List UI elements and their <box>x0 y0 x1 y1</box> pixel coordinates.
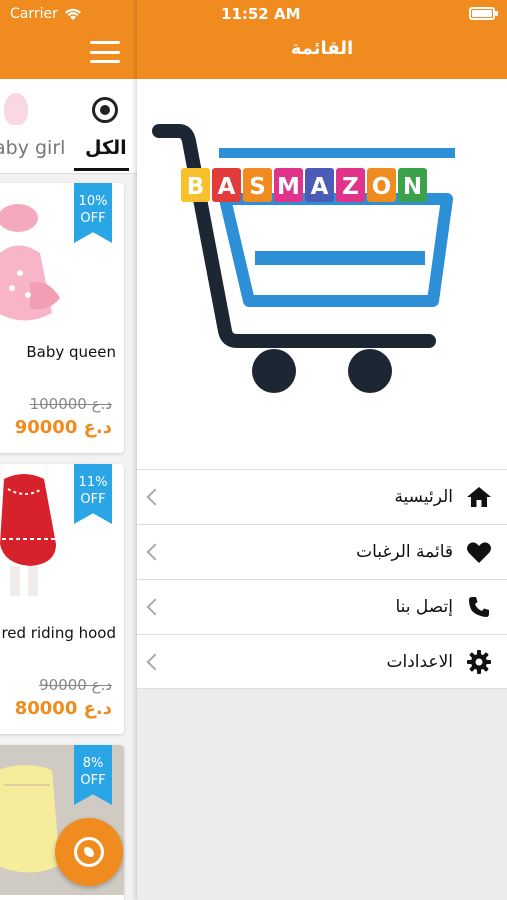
svg-text:O: O <box>372 174 392 200</box>
old-price: 100000 د.ع <box>29 395 112 413</box>
wifi-icon <box>64 8 81 20</box>
product-name: Baby queen <box>26 343 116 361</box>
product-name: red riding hood <box>1 624 116 642</box>
products-header: Carrier <box>0 0 137 79</box>
side-drawer: 11:52 AM القائمة B A S M A Z O N الرئيسي… <box>137 0 507 900</box>
menu-item-contact[interactable]: إتصل بنا <box>137 579 507 634</box>
menu-item-settings[interactable]: الاعدادات <box>137 634 507 689</box>
svg-text:B: B <box>187 174 205 200</box>
app-root: Carrier الكل aby girl 10% OFF Baby queen… <box>0 0 507 900</box>
chevron-left-icon <box>146 488 164 506</box>
logo-area: B A S M A Z O N <box>137 79 507 469</box>
menu-item-wishlist[interactable]: قائمة الرغبات <box>137 524 507 579</box>
svg-text:A: A <box>311 174 329 200</box>
product-card[interactable]: 11% OFF red riding hood 90000 د.ع 80000 … <box>0 464 124 734</box>
svg-text:Z: Z <box>342 174 359 200</box>
whatsapp-button[interactable] <box>55 818 123 886</box>
category-tabs: الكل aby girl <box>0 79 137 174</box>
tab-all[interactable]: الكل <box>85 137 127 159</box>
svg-text:A: A <box>218 174 236 200</box>
svg-text:M: M <box>277 174 300 200</box>
carrier-label: Carrier <box>10 6 58 22</box>
battery-icon <box>469 7 498 20</box>
svg-text:S: S <box>249 174 266 200</box>
tab-baby-girl[interactable]: aby girl <box>0 137 65 159</box>
menu-item-home[interactable]: الرئيسية <box>137 469 507 524</box>
status-time: 11:52 AM <box>221 5 301 23</box>
drawer-title: القائمة <box>290 38 354 59</box>
chevron-left-icon <box>146 543 164 561</box>
svg-text:N: N <box>403 174 422 200</box>
menu-item-label: الرئيسية <box>394 487 453 507</box>
whatsapp-icon <box>74 837 104 867</box>
baby-girl-category-icon[interactable] <box>4 93 28 125</box>
status-carrier: Carrier <box>10 6 82 22</box>
active-tab-underline <box>74 168 129 171</box>
products-screen: Carrier الكل aby girl 10% OFF Baby queen… <box>0 0 137 900</box>
product-card[interactable]: 10% OFF Baby queen 100000 د.ع 90000 د.ع <box>0 183 124 453</box>
new-price: 90000 د.ع <box>14 417 112 438</box>
drawer-header: 11:52 AM القائمة <box>137 0 507 79</box>
menu-item-label: الاعدادات <box>386 651 453 672</box>
menu-item-label: قائمة الرغبات <box>356 542 453 562</box>
new-price: 80000 د.ع <box>14 698 112 719</box>
all-category-icon[interactable] <box>92 97 118 123</box>
menu-item-label: إتصل بنا <box>395 597 453 617</box>
home-icon <box>465 483 493 511</box>
chevron-left-icon <box>146 653 164 670</box>
chevron-left-icon <box>146 598 164 616</box>
heart-icon <box>465 538 493 566</box>
old-price: 90000 د.ع <box>39 676 112 694</box>
gear-icon <box>465 648 493 676</box>
menu-icon[interactable] <box>90 41 120 63</box>
phone-icon <box>465 593 493 621</box>
drawer-menu: الرئيسية قائمة الرغبات إتصل بنا الاعدادا… <box>137 469 507 689</box>
basmazon-logo: B A S M A Z O N <box>152 124 455 393</box>
